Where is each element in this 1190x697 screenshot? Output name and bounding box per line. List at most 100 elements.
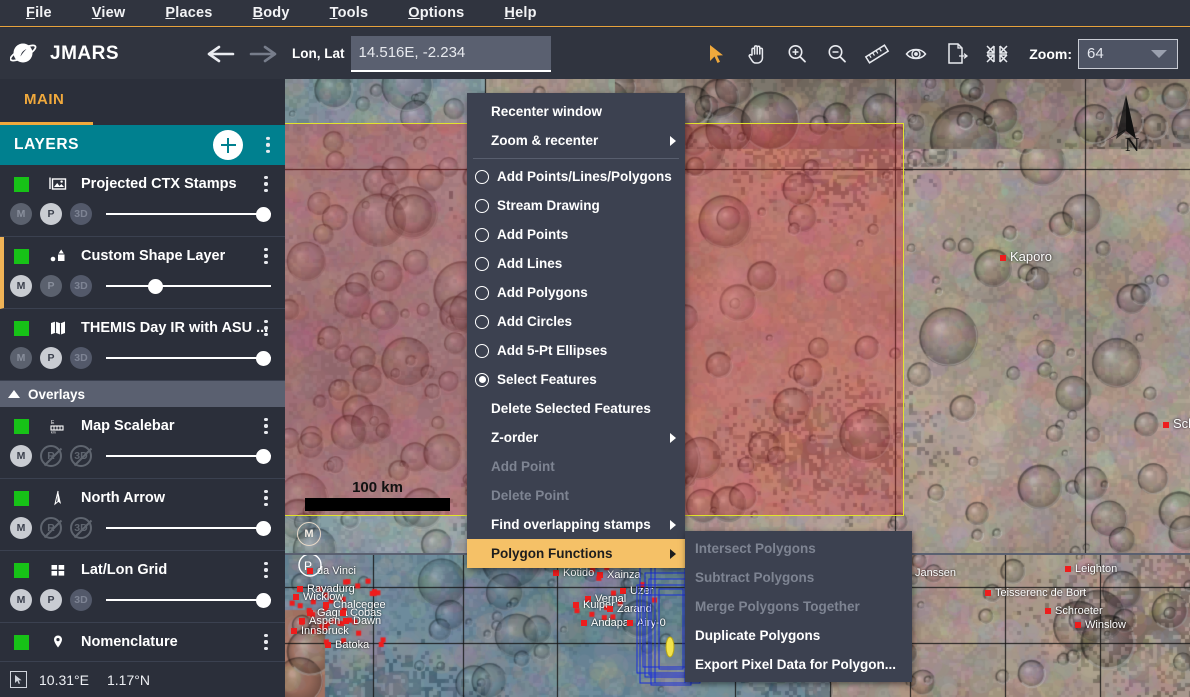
layer-options-menu[interactable]	[259, 418, 273, 435]
menu-item-add-lines[interactable]: Add Lines	[467, 249, 685, 278]
layer-badge-m[interactable]: M	[10, 347, 32, 369]
collapse-arrows-icon[interactable]	[977, 34, 1017, 74]
tab-main[interactable]: MAIN	[24, 91, 64, 108]
lonlat-input[interactable]	[350, 35, 551, 72]
layer-color-swatch[interactable]	[14, 176, 29, 192]
layer-row[interactable]: Projected CTX Stamps M P 3D	[0, 165, 285, 237]
layer-color-swatch[interactable]	[14, 418, 29, 434]
layer-badge-3d[interactable]: 3D	[70, 589, 92, 611]
layer-row[interactable]: North Arrow M R 3D	[0, 479, 285, 551]
measure-ruler-icon[interactable]	[857, 34, 897, 74]
pan-hand-icon[interactable]	[737, 34, 777, 74]
export-page-icon[interactable]	[937, 34, 977, 74]
menu-options[interactable]: Options	[388, 2, 484, 24]
slider-knob[interactable]	[256, 593, 271, 608]
layer-options-menu[interactable]	[259, 176, 273, 193]
layer-opacity-slider[interactable]	[106, 517, 271, 539]
layer-row[interactable]: Ekm Map Scalebar M R 3D	[0, 407, 285, 479]
nomenclature-label: Andapa	[581, 617, 629, 629]
layers-sidebar: MAIN LAYERS Projected CTX Stamps M P 3D Cust…	[0, 79, 285, 697]
layer-options-menu[interactable]	[259, 562, 273, 579]
layers-options-menu[interactable]	[261, 136, 275, 154]
layer-badge-3d[interactable]: 3D	[70, 445, 92, 467]
eye-visibility-icon[interactable]	[897, 34, 937, 74]
select-arrow-icon[interactable]	[697, 34, 737, 74]
menu-item-z-order[interactable]: Z-order	[467, 423, 685, 452]
slider-knob[interactable]	[256, 521, 271, 536]
layer-opacity-slider[interactable]	[106, 589, 271, 611]
layer-badge-p[interactable]: P	[40, 275, 62, 297]
layer-badge-r[interactable]: R	[40, 517, 62, 539]
menu-item-export-pixel-data-for-polygon[interactable]: Export Pixel Data for Polygon...	[685, 650, 912, 679]
menu-item-add-5-pt-ellipses[interactable]: Add 5-Pt Ellipses	[467, 336, 685, 365]
menu-item-delete-selected-features[interactable]: Delete Selected Features	[467, 394, 685, 423]
menu-item-recenter-window[interactable]: Recenter window	[467, 97, 685, 126]
menu-item-add-points-lines-polygons[interactable]: Add Points/Lines/Polygons	[467, 162, 685, 191]
layer-color-swatch[interactable]	[14, 320, 29, 336]
menu-item-add-circles[interactable]: Add Circles	[467, 307, 685, 336]
layer-badge-3d[interactable]: 3D	[70, 347, 92, 369]
slider-knob[interactable]	[256, 351, 271, 366]
menu-item-duplicate-polygons[interactable]: Duplicate Polygons	[685, 621, 912, 650]
overlays-section-header[interactable]: Overlays	[0, 381, 285, 407]
add-layer-button[interactable]	[213, 130, 243, 160]
layer-color-swatch[interactable]	[14, 490, 29, 506]
layer-name: Lat/Lon Grid	[81, 562, 168, 578]
layer-color-swatch[interactable]	[14, 248, 29, 264]
menu-item-polygon-functions[interactable]: Polygon Functions	[467, 539, 685, 568]
menu-body[interactable]: Body	[233, 2, 310, 24]
layer-badge-m[interactable]: M	[10, 517, 32, 539]
layer-badge-p[interactable]: P	[40, 203, 62, 225]
layer-row[interactable]: Lat/Lon Grid M P 3D	[0, 551, 285, 623]
zoom-out-icon[interactable]	[817, 34, 857, 74]
layer-badge-3d[interactable]: 3D	[70, 275, 92, 297]
layer-badge-m[interactable]: M	[10, 589, 32, 611]
menu-item-select-features[interactable]: Select Features	[467, 365, 685, 394]
menu-item-stream-drawing[interactable]: Stream Drawing	[467, 191, 685, 220]
forward-button[interactable]	[242, 43, 284, 65]
menu-item-zoom-recenter[interactable]: Zoom & recenter	[467, 126, 685, 155]
layer-badge-3d[interactable]: 3D	[70, 517, 92, 539]
layer-badge-p[interactable]: P	[40, 347, 62, 369]
slider-knob[interactable]	[148, 279, 163, 294]
menu-file[interactable]: File	[6, 2, 72, 24]
layer-color-swatch[interactable]	[14, 634, 29, 650]
cursor-icon	[10, 671, 27, 688]
layer-opacity-slider[interactable]	[106, 203, 271, 225]
layer-badge-r[interactable]: R	[40, 445, 62, 467]
layer-badge-p[interactable]: P	[40, 589, 62, 611]
layer-opacity-slider[interactable]	[106, 445, 271, 467]
menu-item-label: Polygon Functions	[491, 546, 613, 561]
polygon-functions-submenu[interactable]: Intersect Polygons Subtract Polygons Merge…	[685, 531, 912, 682]
layer-badge-3d[interactable]: 3D	[70, 203, 92, 225]
menu-tools[interactable]: Tools	[310, 2, 389, 24]
layer-opacity-slider[interactable]	[106, 275, 271, 297]
layer-options-menu[interactable]	[259, 490, 273, 507]
layer-options-menu[interactable]	[259, 634, 273, 651]
slider-knob[interactable]	[256, 449, 271, 464]
layer-color-swatch[interactable]	[14, 562, 29, 578]
zoom-in-icon[interactable]	[777, 34, 817, 74]
menu-item-add-points[interactable]: Add Points	[467, 220, 685, 249]
zoom-select[interactable]: 64	[1078, 38, 1178, 69]
menu-help[interactable]: Help	[484, 2, 556, 24]
layer-badge-m[interactable]: M	[10, 275, 32, 297]
slider-knob[interactable]	[256, 207, 271, 222]
layer-badge-m[interactable]: M	[10, 203, 32, 225]
menu-places[interactable]: Places	[145, 2, 232, 24]
map-main-view[interactable]: 100 km M N Kaporo Schiaparelli	[285, 79, 1190, 553]
menu-view[interactable]: View	[72, 2, 146, 24]
layer-opacity-slider[interactable]	[106, 347, 271, 369]
radio-icon	[475, 343, 489, 358]
layer-options-menu[interactable]	[259, 248, 273, 265]
menu-item-add-polygons[interactable]: Add Polygons	[467, 278, 685, 307]
layer-row[interactable]: Custom Shape Layer M P 3D	[0, 237, 285, 309]
layer-options-menu[interactable]	[259, 320, 273, 337]
menu-item-find-overlapping-stamps[interactable]: Find overlapping stamps	[467, 510, 685, 539]
menu-item-label: Z-order	[491, 430, 539, 445]
chevron-right-icon	[670, 135, 676, 146]
layer-badge-m[interactable]: M	[10, 445, 32, 467]
map-context-menu[interactable]: Recenter window Zoom & recenter Add Points…	[467, 93, 685, 568]
back-button[interactable]	[200, 43, 242, 65]
layer-row[interactable]: THEMIS Day IR with ASU ... M P 3D	[0, 309, 285, 381]
